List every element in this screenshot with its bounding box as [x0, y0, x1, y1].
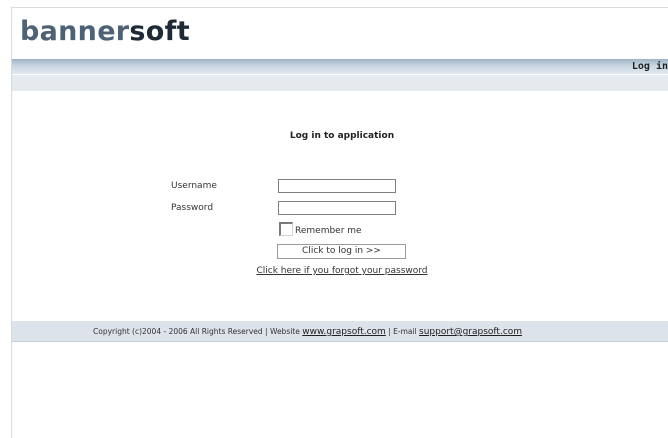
footer-email-link[interactable]: support@grapsoft.com: [419, 327, 522, 337]
footer-text: Copyright (c)2004 - 2006 All Rights Rese…: [93, 327, 522, 337]
bannersoft-logo: bannersoft: [20, 12, 190, 52]
logo-text-banner: banner: [20, 16, 130, 47]
password-label: Password: [171, 203, 214, 213]
footer-copyright: Copyright (c)2004 - 2006 All Rights Rese…: [93, 327, 303, 336]
footer-website-link[interactable]: www.grapsoft.com: [302, 327, 386, 337]
forgot-password-link[interactable]: Click here if you forgot your password: [0, 266, 668, 276]
username-label: Username: [171, 181, 217, 191]
header-login-link[interactable]: Log in: [632, 60, 668, 73]
footer-bar: Copyright (c)2004 - 2006 All Rights Rese…: [12, 320, 668, 342]
remember-me-checkbox[interactable]: [279, 222, 293, 236]
login-form-title: Log in to application: [289, 131, 395, 141]
remember-me-label: Remember me: [295, 226, 362, 236]
footer-email-prefix: | E-mail: [385, 327, 420, 336]
password-input[interactable]: [278, 201, 396, 215]
username-input[interactable]: [278, 179, 396, 193]
logo-text-soft: soft: [129, 16, 190, 47]
header-bar: Log in: [12, 59, 668, 75]
sub-header-bar: [12, 75, 668, 91]
login-submit-button[interactable]: Click to log in >>: [277, 244, 406, 259]
